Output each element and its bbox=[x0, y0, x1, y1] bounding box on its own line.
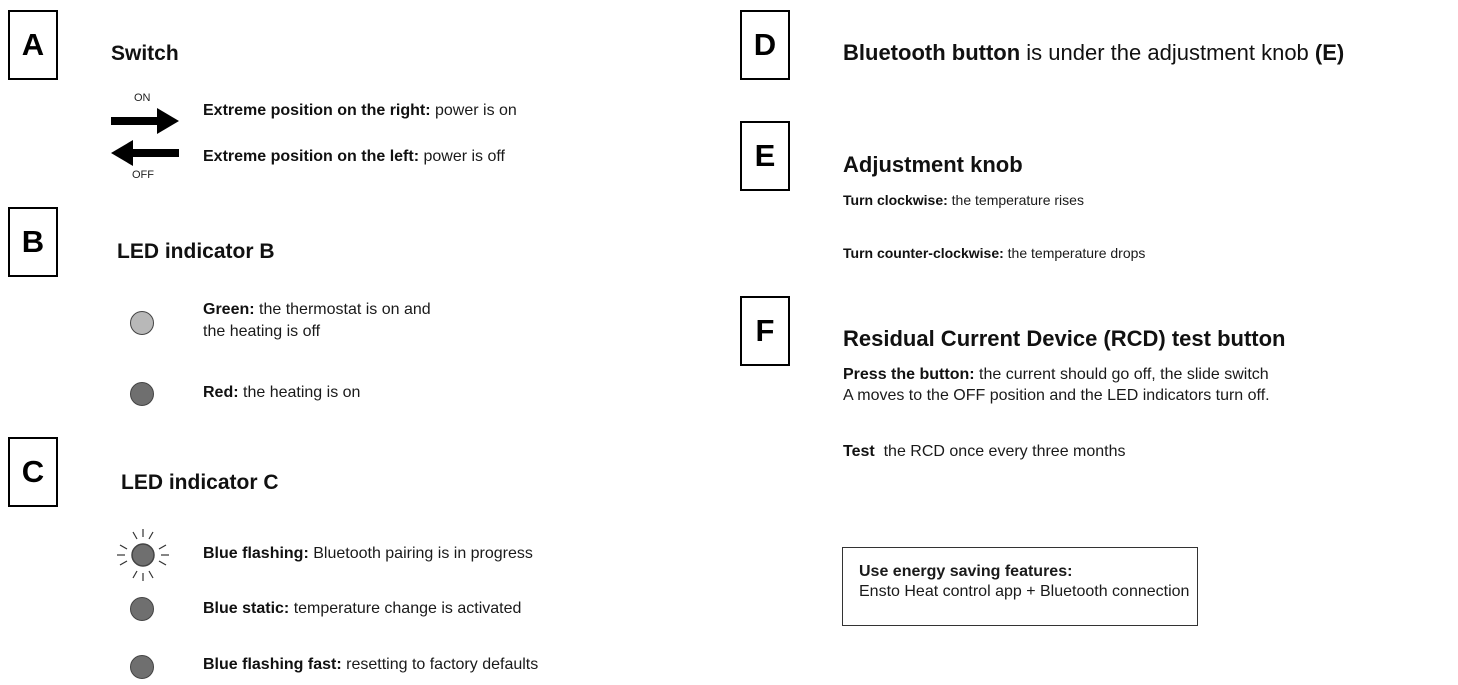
counter-clockwise-desc: the temperature drops bbox=[1003, 245, 1146, 261]
blue-flashing-desc: Bluetooth pairing is in progress bbox=[308, 545, 533, 562]
red-led-label: Red: bbox=[203, 384, 239, 401]
press-button-desc-2: A moves to the OFF position and the LED … bbox=[843, 387, 1270, 404]
press-button-row: Press the button: the current should go … bbox=[843, 366, 1269, 384]
blue-fast-led-icon bbox=[130, 655, 154, 679]
counter-clockwise-row: Turn counter-clockwise: the temperature … bbox=[843, 245, 1145, 261]
red-led-icon bbox=[130, 382, 154, 406]
section-c-marker: C bbox=[8, 437, 58, 507]
green-led-desc-2: the heating is off bbox=[203, 323, 321, 340]
green-led-label: Green: bbox=[203, 301, 255, 318]
rcd-heading: Residual Current Device (RCD) test butto… bbox=[843, 326, 1286, 351]
clockwise-desc: the temperature rises bbox=[947, 192, 1084, 208]
arrow-right-icon bbox=[111, 108, 179, 134]
bluetooth-button-label: Bluetooth button bbox=[843, 40, 1021, 65]
flashing-led-icon bbox=[117, 529, 169, 581]
switch-left-row: Extreme position on the left: power is o… bbox=[203, 148, 505, 166]
arrow-left-icon bbox=[111, 140, 179, 166]
test-desc: the RCD once every three months bbox=[874, 443, 1126, 460]
press-button-label: Press the button: bbox=[843, 366, 975, 383]
switch-right-label: Extreme position on the right: bbox=[203, 102, 431, 119]
green-led-desc: the thermostat is on and bbox=[254, 301, 431, 318]
blue-flashing-label: Blue flashing: bbox=[203, 545, 309, 562]
clockwise-label: Turn clockwise: bbox=[843, 192, 948, 208]
blue-fast-desc: resetting to factory defaults bbox=[341, 656, 539, 673]
blue-static-label: Blue static: bbox=[203, 600, 290, 617]
switch-left-label: Extreme position on the left: bbox=[203, 148, 420, 165]
section-e-marker: E bbox=[740, 121, 790, 191]
blue-fast-row: Blue flashing fast: resetting to factory… bbox=[203, 656, 538, 674]
blue-static-row: Blue static: temperature change is activ… bbox=[203, 600, 521, 618]
adjustment-knob-heading: Adjustment knob bbox=[843, 152, 1023, 177]
section-d-marker: D bbox=[740, 10, 790, 80]
energy-saving-notice: Use energy saving features: Ensto Heat c… bbox=[842, 547, 1198, 626]
red-led-desc: the heating is on bbox=[238, 384, 361, 401]
section-b-marker: B bbox=[8, 207, 58, 277]
on-label: ON bbox=[134, 92, 151, 104]
knob-reference: (E) bbox=[1314, 40, 1345, 65]
blue-static-desc: temperature change is activated bbox=[289, 600, 522, 617]
blue-fast-label: Blue flashing fast: bbox=[203, 656, 342, 673]
test-frequency-row: Test the RCD once every three months bbox=[843, 443, 1126, 461]
clockwise-row: Turn clockwise: the temperature rises bbox=[843, 192, 1084, 208]
section-a-marker: A bbox=[8, 10, 58, 80]
blue-static-led-icon bbox=[130, 597, 154, 621]
green-led-row: Green: the thermostat is on and bbox=[203, 301, 431, 319]
bluetooth-button-note: Bluetooth button is under the adjustment… bbox=[843, 40, 1344, 66]
press-button-desc: the current should go off, the slide swi… bbox=[974, 366, 1269, 383]
notice-text: Ensto Heat control app + Bluetooth conne… bbox=[859, 583, 1190, 600]
switch-right-row: Extreme position on the right: power is … bbox=[203, 102, 517, 120]
switch-heading: Switch bbox=[111, 42, 179, 65]
counter-clockwise-label: Turn counter-clockwise: bbox=[843, 245, 1004, 261]
notice-title: Use energy saving features: bbox=[859, 563, 1073, 580]
blue-flashing-row: Blue flashing: Bluetooth pairing is in p… bbox=[203, 545, 533, 563]
test-label: Test bbox=[843, 443, 875, 460]
switch-right-desc: power is on bbox=[430, 102, 517, 119]
led-c-heading: LED indicator C bbox=[121, 471, 279, 494]
off-label: OFF bbox=[132, 169, 154, 181]
led-b-heading: LED indicator B bbox=[117, 240, 275, 263]
bluetooth-button-desc: is under the adjustment knob bbox=[1020, 40, 1315, 65]
switch-left-desc: power is off bbox=[419, 148, 505, 165]
red-led-row: Red: the heating is on bbox=[203, 384, 360, 402]
green-led-icon bbox=[130, 311, 154, 335]
section-f-marker: F bbox=[740, 296, 790, 366]
